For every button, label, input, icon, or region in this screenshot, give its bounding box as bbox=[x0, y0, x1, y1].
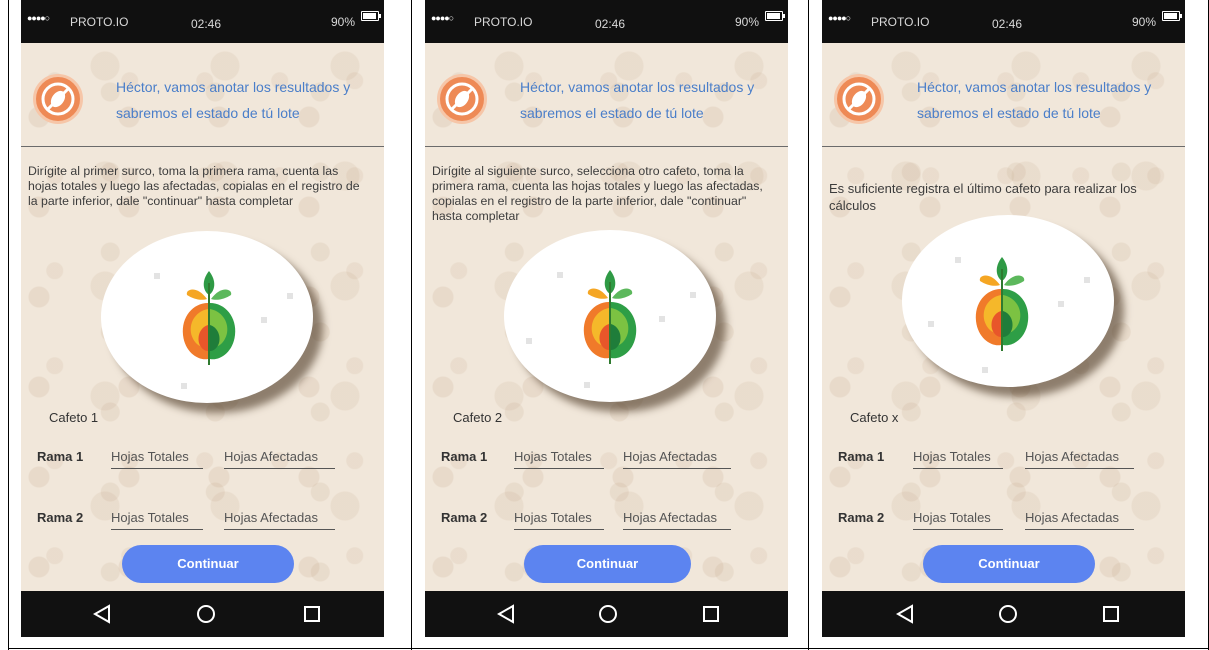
rama-2-label: Rama 2 bbox=[838, 510, 885, 525]
rama-1-label: Rama 1 bbox=[838, 449, 885, 464]
header-message: Héctor, vamos anotar los resultados y sa… bbox=[116, 79, 351, 121]
android-nav-bar bbox=[21, 591, 384, 637]
carrier-label: PROTO.IO bbox=[70, 15, 129, 29]
continue-button[interactable]: Continuar bbox=[524, 545, 691, 583]
rama-2-label: Rama 2 bbox=[37, 510, 84, 525]
status-bar: ●●●●○ PROTO.IO 02:46 90% bbox=[425, 0, 788, 43]
recents-icon[interactable] bbox=[1101, 604, 1121, 624]
signal-icon: ●●●●○ bbox=[828, 13, 851, 23]
rama-1-hojas-totales-input[interactable]: Hojas Totales bbox=[111, 449, 203, 469]
battery-icon bbox=[1162, 11, 1182, 21]
battery-icon bbox=[765, 11, 785, 21]
battery-percent: 90% bbox=[1132, 15, 1157, 29]
cafeto-label: Cafeto x bbox=[850, 410, 899, 425]
tree-brain-icon bbox=[182, 271, 236, 365]
android-nav-bar bbox=[425, 591, 788, 637]
battery-percent: 90% bbox=[735, 15, 760, 29]
clock: 02:46 bbox=[992, 17, 1023, 31]
instructions-text: Es suficiente registra el último cafeto … bbox=[829, 181, 1137, 213]
header-divider bbox=[822, 146, 1185, 147]
table-border-bottom bbox=[8, 648, 1209, 649]
rama-2-hojas-afectadas-input[interactable]: Hojas Afectadas bbox=[1025, 510, 1134, 530]
home-icon[interactable] bbox=[598, 604, 618, 624]
android-nav-bar bbox=[822, 591, 1185, 637]
battery-icon bbox=[361, 11, 381, 21]
rama-1-hojas-afectadas-input[interactable]: Hojas Afectadas bbox=[1025, 449, 1134, 469]
home-icon[interactable] bbox=[998, 604, 1018, 624]
signal-icon: ●●●●○ bbox=[431, 13, 454, 23]
status-bar: ●●●●○ PROTO.IO 02:46 90% bbox=[822, 0, 1185, 43]
continue-button[interactable]: Continuar bbox=[122, 545, 294, 583]
rama-2-hojas-afectadas-input[interactable]: Hojas Afectadas bbox=[224, 510, 335, 530]
rama-2-hojas-totales-input[interactable]: Hojas Totales bbox=[514, 510, 604, 530]
carrier-label: PROTO.IO bbox=[871, 15, 930, 29]
rama-1-hojas-totales-input[interactable]: Hojas Totales bbox=[514, 449, 604, 469]
rama-2-hojas-afectadas-input[interactable]: Hojas Afectadas bbox=[623, 510, 731, 530]
no-pest-icon bbox=[437, 74, 487, 124]
tree-image-card bbox=[101, 231, 313, 403]
battery-percent: 90% bbox=[331, 15, 356, 29]
back-icon[interactable] bbox=[895, 604, 915, 624]
tree-image-card bbox=[902, 215, 1114, 387]
rama-1-label: Rama 1 bbox=[441, 449, 488, 464]
tree-brain-icon bbox=[583, 270, 637, 364]
rama-2-hojas-totales-input[interactable]: Hojas Totales bbox=[111, 510, 203, 530]
cafeto-label: Cafeto 1 bbox=[49, 410, 99, 425]
signal-icon: ●●●●○ bbox=[27, 13, 50, 23]
header-message: Héctor, vamos anotar los resultados y sa… bbox=[917, 79, 1152, 121]
recents-icon[interactable] bbox=[302, 604, 322, 624]
header-divider bbox=[21, 146, 384, 147]
rama-2-label: Rama 2 bbox=[441, 510, 488, 525]
instructions-text: Dirígite al siguiente surco, selecciona … bbox=[432, 164, 763, 223]
carrier-label: PROTO.IO bbox=[474, 15, 533, 29]
back-icon[interactable] bbox=[92, 604, 112, 624]
rama-1-hojas-totales-input[interactable]: Hojas Totales bbox=[913, 449, 1003, 469]
instructions-text: Dirígite al primer surco, toma la primer… bbox=[28, 164, 360, 208]
no-pest-icon bbox=[834, 74, 884, 124]
phone-screen-1: ●●●●○ PROTO.IO 02:46 90% Héctor, vamos a… bbox=[21, 0, 384, 637]
rama-1-hojas-afectadas-input[interactable]: Hojas Afectadas bbox=[224, 449, 335, 469]
no-pest-icon bbox=[33, 74, 83, 124]
rama-1-hojas-afectadas-input[interactable]: Hojas Afectadas bbox=[623, 449, 731, 469]
recents-icon[interactable] bbox=[701, 604, 721, 624]
tree-image-card bbox=[504, 230, 716, 402]
table-border-1 bbox=[411, 0, 412, 650]
header: Héctor, vamos anotar los resultados y sa… bbox=[425, 43, 788, 146]
rama-1-label: Rama 1 bbox=[37, 449, 84, 464]
rama-2-hojas-totales-input[interactable]: Hojas Totales bbox=[913, 510, 1003, 530]
phone-screen-2: ●●●●○ PROTO.IO 02:46 90% Héctor, vamos a… bbox=[425, 0, 788, 637]
table-border-left bbox=[8, 0, 9, 650]
phone-screen-3: ●●●●○ PROTO.IO 02:46 90% Héctor, vamos a… bbox=[822, 0, 1185, 637]
home-icon[interactable] bbox=[196, 604, 216, 624]
cafeto-label: Cafeto 2 bbox=[453, 410, 503, 425]
header-message: Héctor, vamos anotar los resultados y sa… bbox=[520, 79, 755, 121]
status-bar: ●●●●○ PROTO.IO 02:46 90% bbox=[21, 0, 384, 43]
clock: 02:46 bbox=[595, 17, 626, 31]
table-border-2 bbox=[808, 0, 809, 650]
back-icon[interactable] bbox=[496, 604, 516, 624]
clock: 02:46 bbox=[191, 17, 222, 31]
header: Héctor, vamos anotar los resultados y sa… bbox=[822, 43, 1185, 146]
continue-button[interactable]: Continuar bbox=[923, 545, 1095, 583]
header-divider bbox=[425, 146, 788, 147]
tree-brain-icon bbox=[975, 257, 1029, 351]
header: Héctor, vamos anotar los resultados y sa… bbox=[21, 43, 384, 146]
